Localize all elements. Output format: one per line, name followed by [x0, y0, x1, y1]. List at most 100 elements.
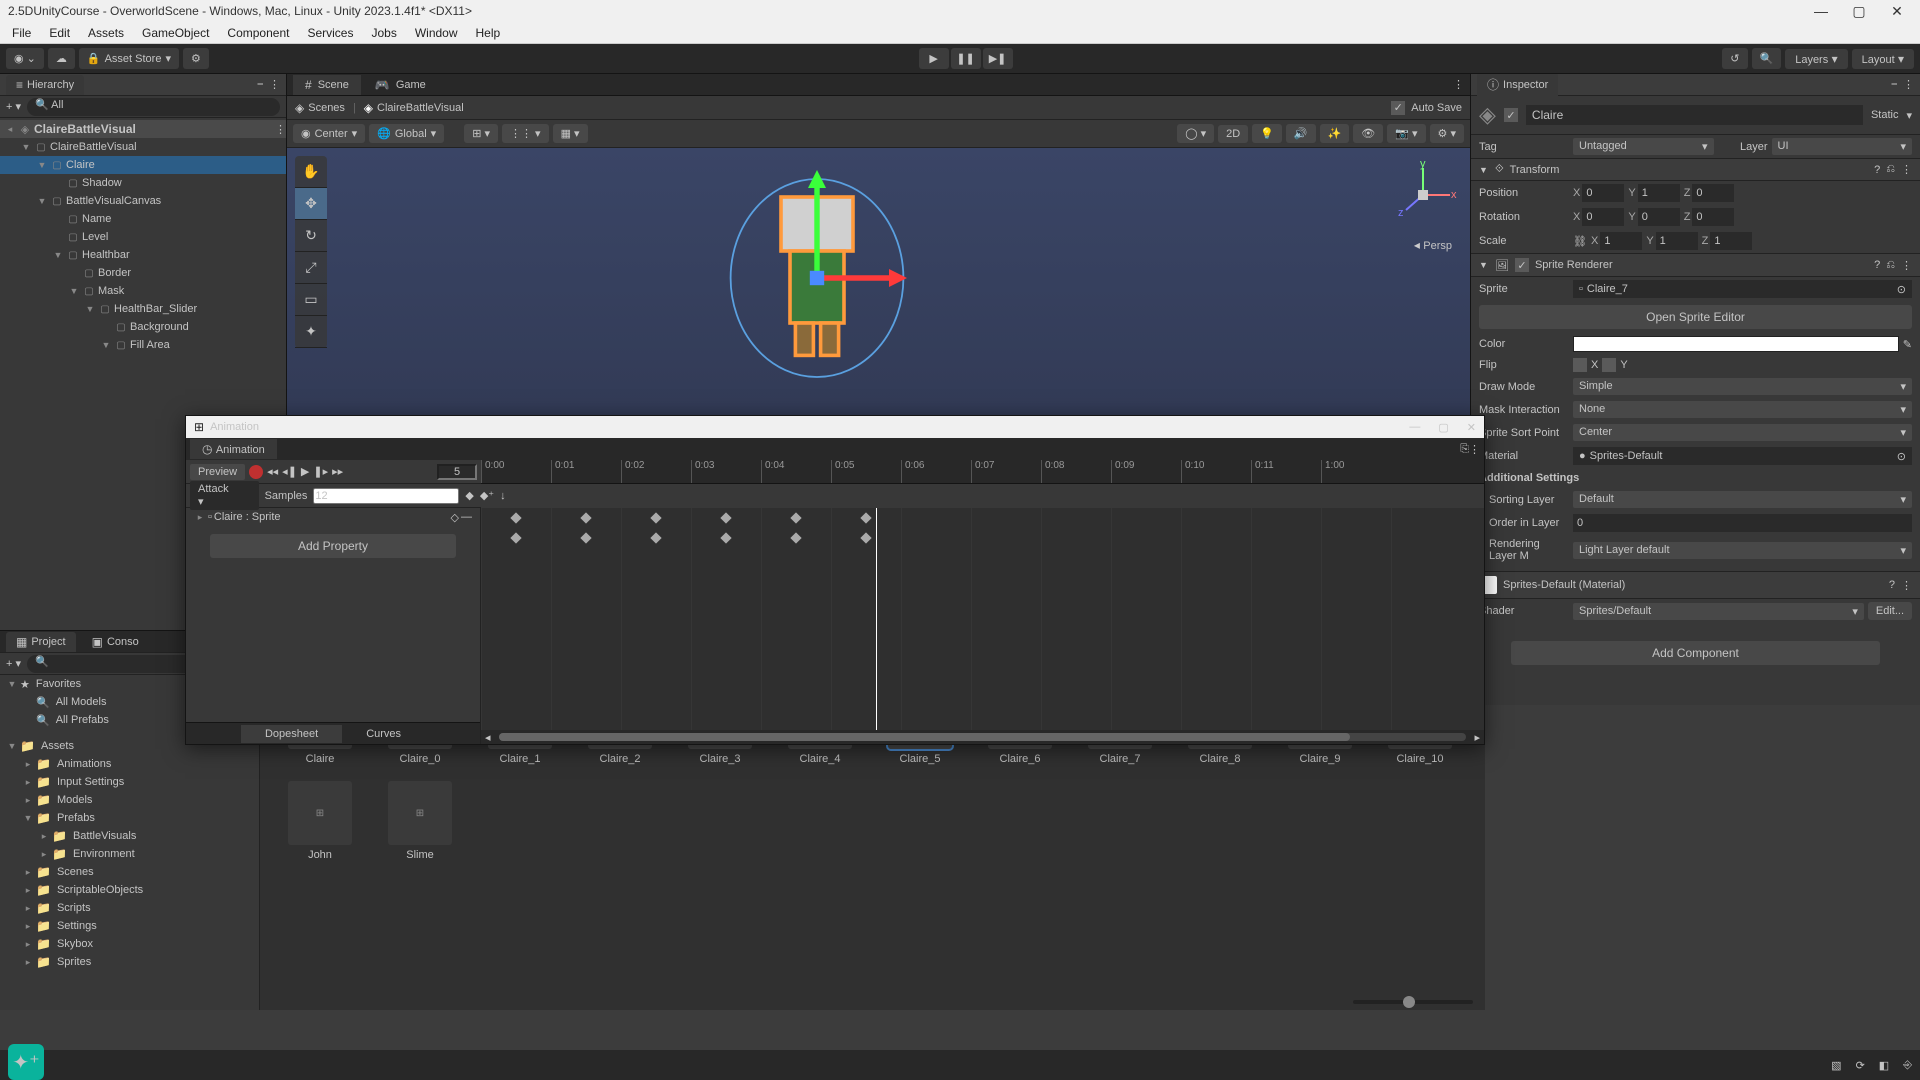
cloud-button[interactable]: ☁	[48, 48, 75, 69]
hierarchy-item[interactable]: ▼BattleVisualCanvas	[0, 192, 286, 210]
keyframe[interactable]	[720, 512, 731, 523]
flip-x-checkbox[interactable]	[1573, 358, 1587, 372]
anim-minimize-button[interactable]: —	[1409, 421, 1420, 434]
project-folder[interactable]: ▸Settings	[0, 917, 259, 935]
orientation-gizmo[interactable]: y x z	[1388, 160, 1458, 230]
anim-prev-frame-button[interactable]: ◂❚	[282, 465, 297, 478]
anim-clip-dropdown[interactable]: Attack ▾	[190, 481, 259, 510]
pause-button[interactable]: ❚❚	[951, 48, 981, 69]
hierarchy-item[interactable]: ▼HealthBar_Slider	[0, 300, 286, 318]
hand-tool[interactable]: ✋	[295, 156, 327, 188]
anim-property-row[interactable]: ▸ ▫ Claire : Sprite ◇ —	[186, 508, 480, 526]
color-picker-icon[interactable]: ✎	[1903, 338, 1912, 351]
transform-help-icon[interactable]: ?	[1874, 164, 1880, 176]
anim-preview-button[interactable]: Preview	[190, 464, 245, 480]
asset-item[interactable]: ⊞Slime	[370, 781, 470, 861]
project-add-button[interactable]: + ▾	[6, 657, 21, 670]
muse-icon[interactable]: ✦⁺	[8, 1044, 44, 1080]
sprite-renderer-enabled[interactable]	[1515, 258, 1529, 272]
asset-item[interactable]: ⊞John	[270, 781, 370, 861]
hidden-toggle[interactable]: 👁	[1353, 124, 1383, 143]
menu-component[interactable]: Component	[219, 24, 297, 42]
project-folder[interactable]: ▼Prefabs	[0, 809, 259, 827]
audio-toggle[interactable]: 🔊	[1286, 124, 1316, 143]
dopesheet-tab[interactable]: Dopesheet	[241, 725, 342, 743]
sort-point-dropdown[interactable]: Center▾	[1573, 424, 1912, 441]
status-icon-4[interactable]: ⎆	[1903, 1059, 1912, 1072]
status-icon-3[interactable]: ◧	[1879, 1059, 1889, 1072]
keyframe[interactable]	[720, 532, 731, 543]
keyframe[interactable]	[510, 532, 521, 543]
anim-timeline[interactable]: ◂ ▸	[481, 508, 1484, 744]
anim-play-button[interactable]: ▶	[301, 465, 309, 478]
sorting-layer-dropdown[interactable]: Default▾	[1573, 491, 1912, 508]
sr-menu-icon[interactable]: ⋮	[1901, 259, 1912, 272]
menu-gameobject[interactable]: GameObject	[134, 24, 217, 42]
rendering-layer-mask-dropdown[interactable]: Light Layer default▾	[1573, 542, 1912, 559]
anim-link-icon[interactable]: ⎘	[1460, 443, 1469, 456]
project-folder[interactable]: ▸Sprites	[0, 953, 259, 971]
order-in-layer-field[interactable]	[1573, 514, 1912, 532]
anim-close-button[interactable]: ✕	[1467, 421, 1476, 434]
anim-menu-icon[interactable]: ⋮	[1469, 443, 1480, 456]
anim-record-button[interactable]	[249, 465, 263, 479]
asset-store-button[interactable]: 🔒 Asset Store ▾	[79, 48, 179, 69]
breadcrumb-scenes[interactable]: ◈ Scenes	[295, 101, 345, 115]
timeline-scrollbar[interactable]: ◂ ▸	[481, 730, 1484, 744]
hierarchy-item[interactable]: Name	[0, 210, 286, 228]
anim-last-frame-button[interactable]: ▸▸	[332, 465, 343, 478]
scale-tool[interactable]: ⤢	[295, 252, 327, 284]
project-folder[interactable]: ▸Scenes	[0, 863, 259, 881]
shader-dropdown[interactable]: Sprites/Default▾	[1573, 603, 1864, 620]
flip-y-checkbox[interactable]	[1602, 358, 1616, 372]
hierarchy-item[interactable]: Shadow	[0, 174, 286, 192]
keyframe[interactable]	[580, 532, 591, 543]
tag-dropdown[interactable]: Untagged▾	[1573, 138, 1714, 155]
transform-menu-icon[interactable]: ⋮	[1901, 163, 1912, 176]
hierarchy-item[interactable]: ▼Fill Area	[0, 336, 286, 354]
animation-titlebar[interactable]: ⊞ Animation — ▢ ✕	[186, 416, 1484, 438]
keyframe[interactable]	[860, 532, 871, 543]
keyframe[interactable]	[510, 512, 521, 523]
hierarchy-item[interactable]: ▼ClaireBattleVisual	[0, 138, 286, 156]
camera-button[interactable]: 📷 ▾	[1387, 124, 1425, 143]
inspector-lock-icon[interactable]: ⎯	[1892, 78, 1898, 91]
mat-help-icon[interactable]: ?	[1889, 579, 1895, 591]
project-folder[interactable]: ▸Skybox	[0, 935, 259, 953]
console-tab[interactable]: ▣ Conso	[82, 632, 149, 652]
active-checkbox[interactable]	[1504, 108, 1518, 122]
menu-assets[interactable]: Assets	[80, 24, 132, 42]
status-icon-2[interactable]: ⟳	[1856, 1059, 1865, 1072]
project-tab[interactable]: ▦ Project	[6, 632, 76, 652]
perspective-label[interactable]: ◂ Persp	[1414, 238, 1452, 252]
close-button[interactable]: ✕	[1882, 3, 1912, 20]
sr-help-icon[interactable]: ?	[1874, 259, 1880, 271]
gameobject-name-field[interactable]	[1526, 105, 1863, 125]
play-button[interactable]: ▶	[919, 48, 949, 69]
layout-dropdown[interactable]: Layout ▾	[1852, 49, 1914, 69]
open-sprite-editor-button[interactable]: Open Sprite Editor	[1479, 305, 1912, 329]
mat-menu-icon[interactable]: ⋮	[1901, 579, 1912, 592]
project-folder[interactable]: ▸ScriptableObjects	[0, 881, 259, 899]
undo-history-button[interactable]: ↺	[1722, 48, 1747, 69]
sr-preset-icon[interactable]: ⎌	[1886, 259, 1895, 272]
transform-tool[interactable]: ✦	[295, 316, 327, 348]
hierarchy-add-button[interactable]: + ▾	[6, 100, 21, 113]
keyframe[interactable]	[580, 512, 591, 523]
hierarchy-item[interactable]: ▼Healthbar	[0, 246, 286, 264]
dopesheet-property-row[interactable]	[481, 528, 1484, 548]
menu-window[interactable]: Window	[407, 24, 466, 42]
game-tab[interactable]: 🎮 Game	[363, 75, 438, 95]
selected-sprite[interactable]	[727, 168, 907, 388]
add-component-button[interactable]: Add Component	[1511, 641, 1880, 665]
pivot-mode-dropdown[interactable]: ◉ Center ▾	[293, 124, 365, 143]
thumbnail-size-slider[interactable]	[1353, 1000, 1473, 1004]
inspector-tab[interactable]: ⓘ Inspector	[1477, 74, 1558, 96]
minimize-button[interactable]: —	[1806, 3, 1836, 20]
autosave-checkbox[interactable]	[1391, 101, 1405, 115]
keyframe[interactable]	[650, 532, 661, 543]
rect-tool[interactable]: ▭	[295, 284, 327, 316]
move-tool[interactable]: ✥	[295, 188, 327, 220]
hierarchy-search[interactable]: 🔍 All	[27, 98, 280, 116]
search-global-button[interactable]: 🔍	[1752, 48, 1782, 69]
